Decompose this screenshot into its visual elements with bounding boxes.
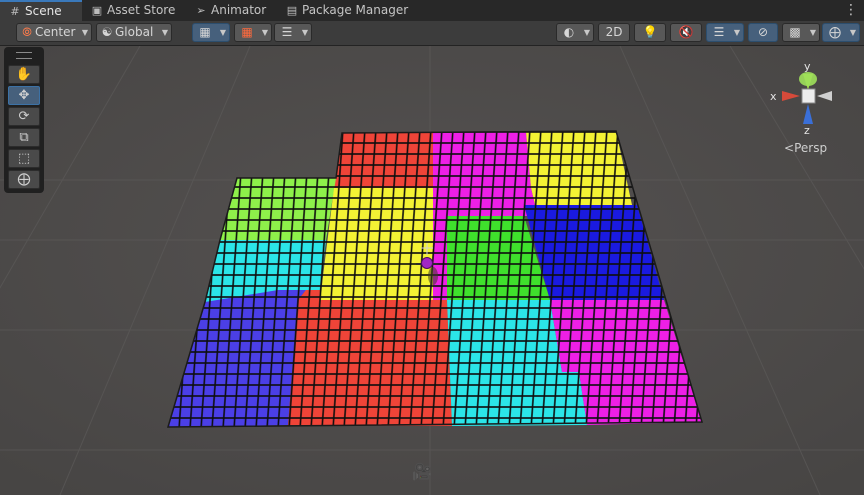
player-shadow: [428, 267, 438, 285]
bag-icon: ▣: [91, 4, 103, 17]
projection-label: Persp: [794, 141, 828, 155]
gizmo-globe-icon: ⨁: [829, 25, 841, 39]
chevron-down-icon: ▼: [261, 28, 268, 37]
snap-increment-icon: ▦: [241, 25, 253, 39]
gizmo-x-cone[interactable]: [782, 91, 800, 101]
audio-toggle[interactable]: 🔇: [670, 23, 702, 42]
tab-scene[interactable]: # Scene: [0, 0, 82, 21]
hand-tool-button[interactable]: ✋: [8, 65, 40, 84]
transform-icon: ⨁: [17, 172, 31, 187]
gizmo-y-label: y: [804, 60, 811, 73]
space-dropdown[interactable]: ☯ Global ▼: [96, 23, 172, 42]
layers-icon: ☰: [713, 25, 725, 39]
scale-tool-button[interactable]: ⧉: [8, 128, 40, 147]
move-tool-button[interactable]: ✥: [8, 86, 40, 105]
gizmo-z-cone[interactable]: [803, 104, 813, 124]
ruler-icon: ☰: [281, 25, 293, 39]
space-label: Global: [115, 25, 154, 39]
increment-snap-toggle[interactable]: ▦ ▼: [234, 23, 272, 42]
gizmo-x-label: x: [770, 90, 777, 103]
rect-tool-button[interactable]: ⬚: [8, 149, 40, 168]
shading-mode-dropdown[interactable]: ◐ ▼: [556, 23, 594, 42]
pivot-label: Center: [35, 25, 76, 39]
package-icon: ▤: [286, 4, 298, 17]
scene-render: [0, 46, 864, 495]
shading-sphere-icon: ◐: [563, 25, 575, 39]
eye-slash-icon: ⊘: [757, 25, 769, 39]
grid-icon: #: [10, 5, 20, 18]
ruler-snap-toggle[interactable]: ☰ ▼: [274, 23, 312, 42]
tab-asset-store[interactable]: ▣ Asset Store: [82, 0, 183, 21]
rect-transform-icon: ⬚: [17, 151, 31, 166]
player-sphere: [421, 257, 433, 269]
rotate-icon: ⟳: [18, 109, 30, 124]
projection-toggle[interactable]: <Persp: [784, 141, 827, 155]
window-tab-bar: # Scene ▣ Asset Store ➢ Animator ▤ Package M…: [0, 0, 864, 22]
chevron-down-icon: ▼: [301, 28, 308, 37]
tab-package-manager[interactable]: ▤ Package Manager: [277, 0, 416, 21]
grid-snap-toggle[interactable]: ▦ ▼: [192, 23, 230, 42]
move-arrows-icon: ✥: [18, 88, 30, 103]
pivot-dropdown[interactable]: ⦾ Center ▼: [16, 23, 92, 42]
tab-asset-store-label: Asset Store: [107, 3, 176, 17]
tab-package-manager-label: Package Manager: [302, 3, 409, 17]
chevron-down-icon: ▼: [583, 28, 590, 37]
scale-icon: ⧉: [19, 130, 29, 145]
tab-animator-label: Animator: [211, 3, 267, 17]
effects-toggle[interactable]: ☰ ▼: [706, 23, 744, 42]
globe-icon: ☯: [101, 25, 113, 39]
2d-mode-label: 2D: [605, 25, 623, 39]
pivot-icon: ⦾: [22, 25, 32, 39]
chevron-down-icon: ▼: [219, 28, 226, 37]
chevron-down-icon: ▼: [733, 28, 740, 37]
gizmos-dropdown[interactable]: ⨁ ▼: [822, 23, 860, 42]
transform-tool-button[interactable]: ⨁: [8, 170, 40, 189]
gizmo-center-cube[interactable]: [801, 88, 816, 104]
rotate-tool-button[interactable]: ⟳: [8, 107, 40, 126]
animator-icon: ➢: [196, 4, 206, 17]
scene-viewport[interactable]: [0, 46, 864, 495]
more-options-icon[interactable]: ⋮: [844, 0, 858, 21]
light-bulb-icon: 💡: [642, 25, 658, 39]
tab-scene-label: Scene: [25, 4, 62, 18]
gizmo-neg-x-cone[interactable]: [817, 91, 832, 101]
chevron-down-icon: ▼: [849, 28, 856, 37]
2d-mode-toggle[interactable]: 2D: [598, 23, 630, 42]
hidden-objects-toggle[interactable]: ⊘: [748, 23, 778, 42]
chevron-left-icon: <: [784, 141, 795, 155]
lighting-toggle[interactable]: 💡: [634, 23, 666, 42]
tab-animator[interactable]: ➢ Animator: [186, 0, 274, 21]
grid-snap-icon: ▦: [199, 25, 211, 39]
camera-gizmo-icon[interactable]: 🎥: [412, 462, 432, 481]
scene-toolbar: ⦾ Center ▼ ☯ Global ▼ ▦ ▼ ▦ ▼ ☰ ▼ ◐ ▼ 2D…: [0, 21, 864, 46]
palette-grip-icon[interactable]: [16, 52, 32, 59]
chevron-down-icon: ▼: [81, 28, 88, 37]
chevron-down-icon: ▼: [161, 28, 168, 37]
camera-icon: ▩: [789, 25, 801, 39]
chevron-down-icon: ▼: [809, 28, 816, 37]
hand-icon: ✋: [15, 67, 33, 82]
gizmo-z-label: z: [804, 124, 810, 137]
camera-settings-dropdown[interactable]: ▩ ▼: [782, 23, 820, 42]
speaker-mute-icon: 🔇: [678, 25, 694, 39]
tool-palette: ✋ ✥ ⟳ ⧉ ⬚ ⨁: [4, 47, 44, 193]
